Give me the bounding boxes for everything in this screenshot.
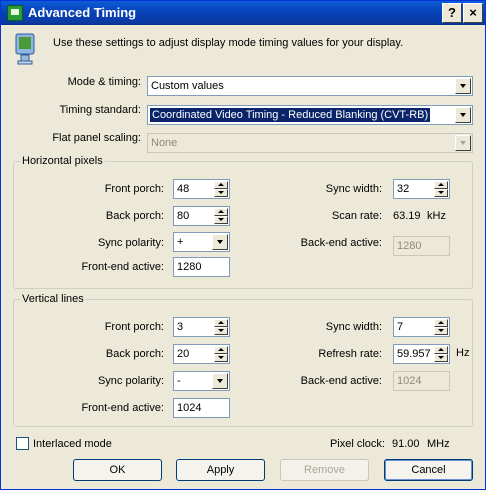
cancel-button[interactable]: Cancel xyxy=(384,459,473,481)
v-sync-polarity-label: Sync polarity: xyxy=(97,375,164,387)
v-front-porch-spinner[interactable] xyxy=(214,319,228,335)
ok-button[interactable]: OK xyxy=(73,459,162,481)
h-sync-width-value: 32 xyxy=(397,183,410,195)
h-sync-width-input[interactable]: 32 xyxy=(393,179,450,199)
v-sync-polarity-select[interactable]: - xyxy=(173,371,230,391)
v-front-end-active-input[interactable]: 1024 xyxy=(173,398,230,418)
h-front-end-active-label: Front-end active: xyxy=(81,261,164,273)
v-front-porch-input[interactable]: 3 xyxy=(173,317,230,337)
v-front-porch-value: 3 xyxy=(177,321,184,333)
timing-standard-value: Coordinated Video Timing - Reduced Blank… xyxy=(150,108,431,122)
v-front-porch-label: Front porch: xyxy=(104,321,164,333)
h-sync-polarity-select[interactable]: + xyxy=(173,232,230,252)
h-front-end-active-input[interactable]: 1280 xyxy=(173,257,230,277)
pixel-clock-unit: MHz xyxy=(427,438,450,450)
h-sync-width-label: Sync width: xyxy=(325,183,382,195)
monitor-info-icon xyxy=(15,33,35,65)
mode-timing-label: Mode & timing: xyxy=(67,76,141,88)
v-front-end-active-label: Front-end active: xyxy=(81,402,164,414)
h-sync-polarity-value: + xyxy=(177,236,184,248)
v-back-porch-value: 20 xyxy=(177,348,190,360)
h-back-end-active-label: Back-end active: xyxy=(300,237,382,249)
display-settings-icon xyxy=(7,5,23,21)
h-front-porch-label: Front porch: xyxy=(104,183,164,195)
mode-timing-value: Custom values xyxy=(151,80,224,92)
chevron-down-icon[interactable] xyxy=(455,107,471,123)
timing-standard-label: Timing standard: xyxy=(59,104,141,116)
h-front-porch-input[interactable]: 48 xyxy=(173,179,230,199)
h-sync-polarity-label: Sync polarity: xyxy=(97,237,164,249)
v-back-porch-label: Back porch: xyxy=(105,348,164,360)
v-back-end-active-input: 1024 xyxy=(393,371,450,391)
h-back-end-active-input: 1280 xyxy=(393,236,450,256)
v-sync-width-value: 7 xyxy=(397,321,404,333)
chevron-down-icon xyxy=(455,135,471,151)
title-bar[interactable]: Advanced Timing ? × xyxy=(1,1,485,25)
v-back-end-active-label: Back-end active: xyxy=(300,375,382,387)
v-back-porch-spinner[interactable] xyxy=(214,346,228,362)
h-back-porch-value: 80 xyxy=(177,210,190,222)
chevron-down-icon[interactable] xyxy=(212,234,228,250)
h-back-porch-label: Back porch: xyxy=(105,210,164,222)
v-front-end-active-value: 1024 xyxy=(177,402,202,414)
v-refresh-rate-input[interactable]: 59.957 xyxy=(393,344,450,364)
v-sync-width-input[interactable]: 7 xyxy=(393,317,450,337)
flat-panel-scaling-value: None xyxy=(151,137,178,149)
pixel-clock-label: Pixel clock: xyxy=(329,438,385,450)
h-back-end-active-value: 1280 xyxy=(397,240,422,252)
v-sync-width-spinner[interactable] xyxy=(434,319,448,335)
h-scan-rate-unit: kHz xyxy=(427,210,446,222)
help-button[interactable]: ? xyxy=(442,3,462,23)
v-refresh-rate-unit: Hz xyxy=(456,347,470,359)
h-back-porch-spinner[interactable] xyxy=(214,208,228,224)
h-scan-rate-label: Scan rate: xyxy=(331,210,382,222)
flat-panel-scaling-select: None xyxy=(147,133,473,153)
h-scan-rate-value: 63.19 xyxy=(393,210,421,222)
h-front-end-active-value: 1280 xyxy=(177,261,202,273)
advanced-timing-dialog: Advanced Timing ? × Use these settings t… xyxy=(0,0,486,490)
v-back-end-active-value: 1024 xyxy=(397,375,422,387)
chevron-down-icon[interactable] xyxy=(455,78,471,94)
horizontal-pixels-title: Horizontal pixels xyxy=(20,155,105,167)
flat-panel-scaling-label: Flat panel scaling: xyxy=(52,132,141,144)
chevron-down-icon[interactable] xyxy=(212,373,228,389)
mode-timing-select[interactable]: Custom values xyxy=(147,76,473,96)
v-sync-polarity-value: - xyxy=(177,375,181,387)
apply-button[interactable]: Apply xyxy=(176,459,265,481)
vertical-lines-title: Vertical lines xyxy=(20,293,86,305)
v-sync-width-label: Sync width: xyxy=(325,321,382,333)
close-button[interactable]: × xyxy=(463,3,483,23)
interlaced-mode-checkbox[interactable] xyxy=(16,437,29,450)
h-back-porch-input[interactable]: 80 xyxy=(173,206,230,226)
h-sync-width-spinner[interactable] xyxy=(434,181,448,197)
window-title: Advanced Timing xyxy=(28,5,137,20)
pixel-clock-value: 91.00 xyxy=(392,438,420,450)
remove-button: Remove xyxy=(280,459,369,481)
h-front-porch-spinner[interactable] xyxy=(214,181,228,197)
h-front-porch-value: 48 xyxy=(177,183,190,195)
v-back-porch-input[interactable]: 20 xyxy=(173,344,230,364)
info-text: Use these settings to adjust display mod… xyxy=(53,37,404,49)
v-refresh-rate-value: 59.957 xyxy=(397,348,431,360)
v-refresh-rate-spinner[interactable] xyxy=(434,346,448,362)
v-refresh-rate-label: Refresh rate: xyxy=(318,348,382,360)
timing-standard-select[interactable]: Coordinated Video Timing - Reduced Blank… xyxy=(147,105,473,125)
interlaced-mode-label: Interlaced mode xyxy=(33,438,112,450)
